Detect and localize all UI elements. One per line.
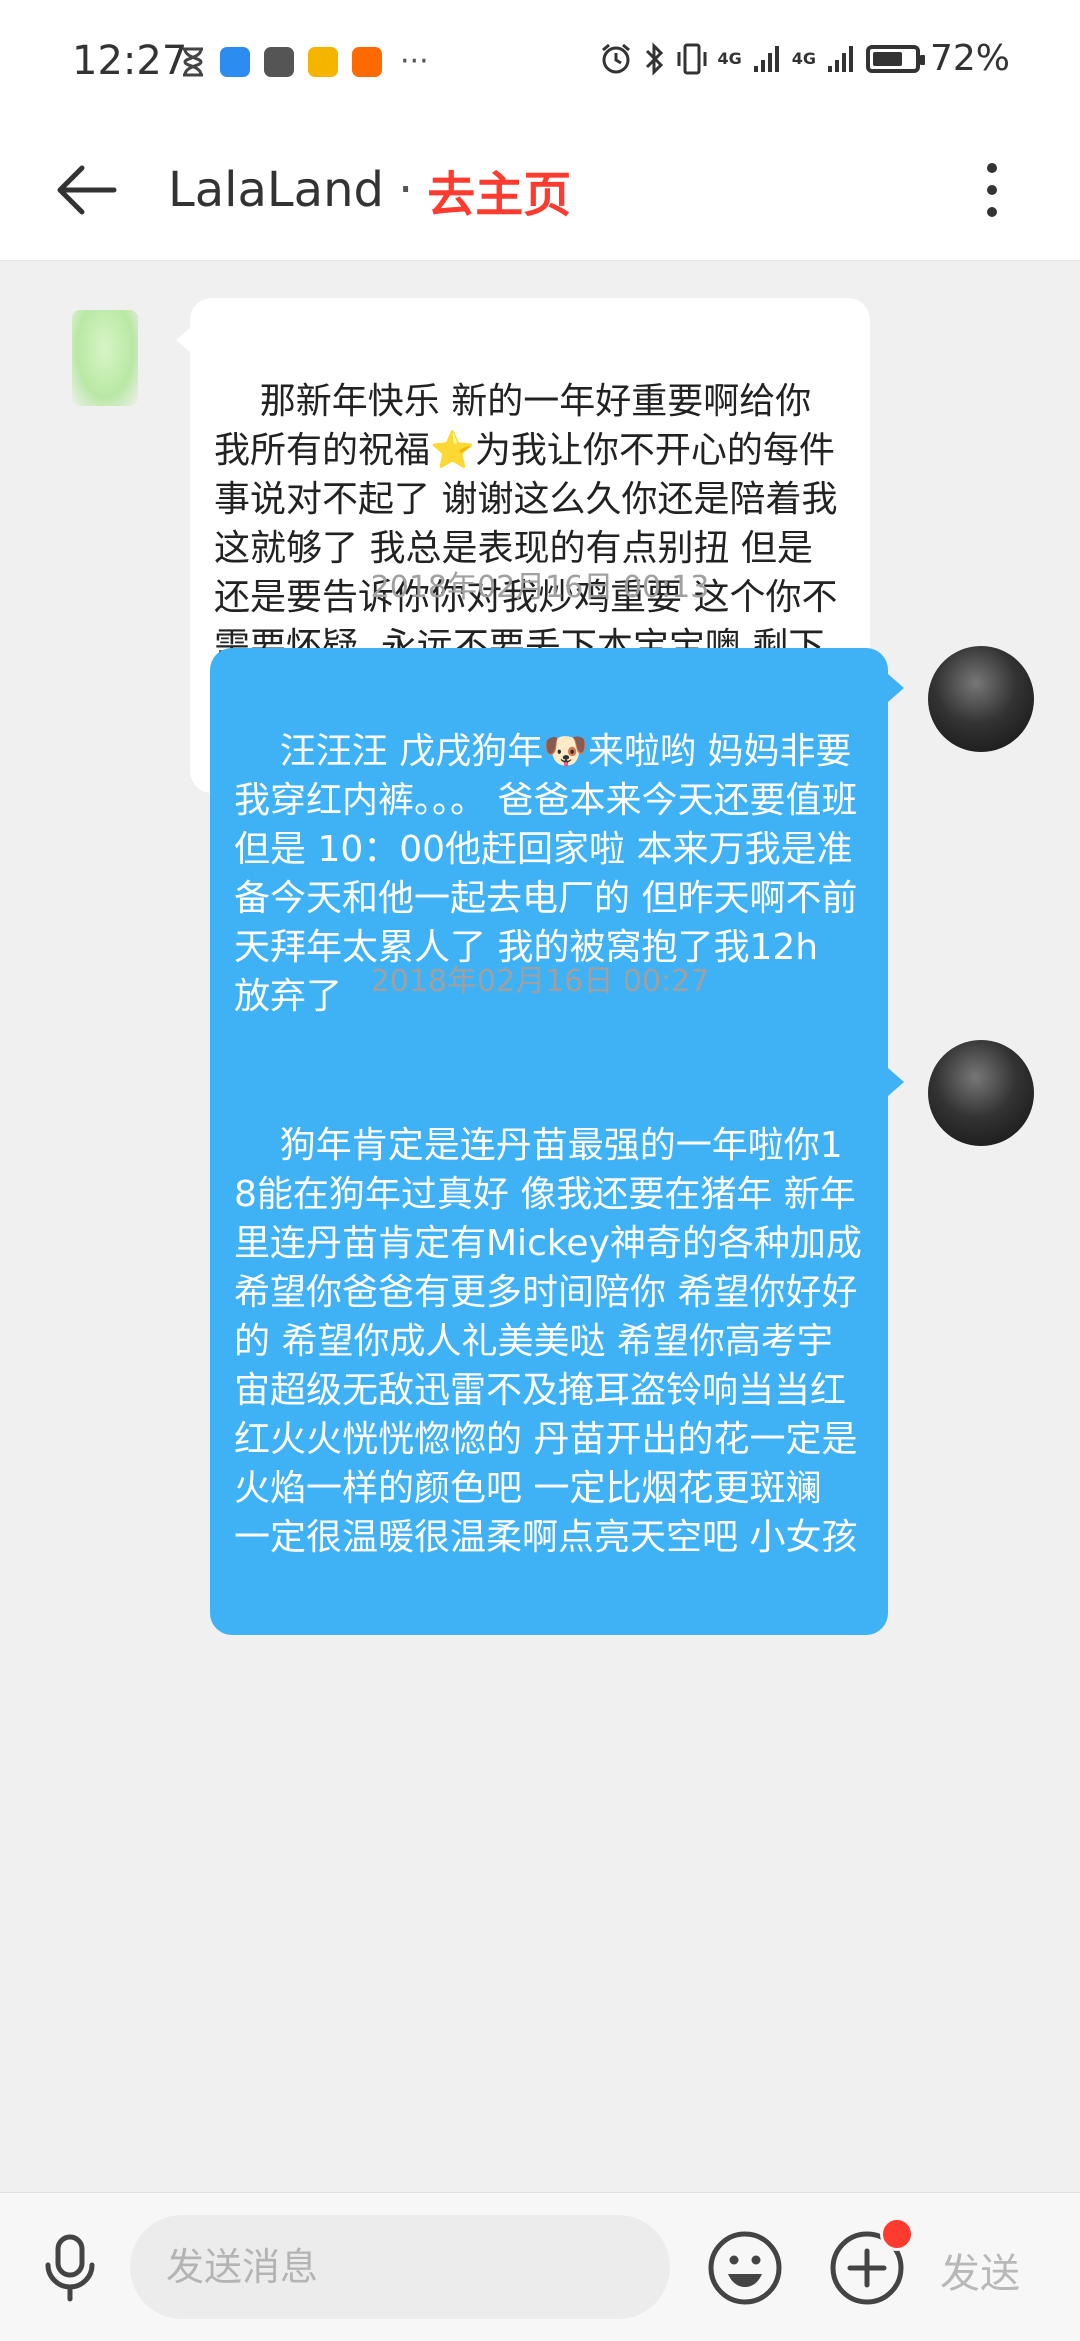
bilibili-icon	[264, 46, 294, 77]
more-options-icon[interactable]	[952, 150, 1032, 230]
vibrate-icon	[677, 43, 707, 74]
battery-percent: 72%	[929, 38, 1010, 79]
bluetooth-icon	[646, 41, 664, 76]
signal-icon	[753, 45, 779, 72]
chat-messages[interactable]: 那新年快乐 新的一年好重要啊给你我所有的祝福⭐为我让你不开心的每件事说对不起了 …	[0, 262, 1080, 2192]
bubble-tail	[888, 1068, 904, 1096]
emoji-icon[interactable]	[706, 2229, 784, 2307]
message-text: 狗年肯定是连丹苗最强的一年啦你18能在狗年过真好 像我还要在猪年 新年里连丹苗肯…	[234, 1125, 874, 1558]
battery-icon	[865, 44, 925, 73]
mail-icon	[308, 46, 338, 77]
network-type-2: 4G	[791, 49, 816, 68]
contact-name: LalaLand	[168, 162, 384, 218]
alarm-icon	[602, 43, 631, 73]
microphone-icon[interactable]	[34, 2231, 106, 2303]
title-separator: ·	[397, 162, 414, 218]
message-timestamp: 2018年02月16日 00:13	[370, 570, 710, 605]
send-button[interactable]: 发送	[940, 2241, 1020, 2299]
bubble-tail	[888, 674, 904, 702]
message-input-bar: 发送	[0, 2192, 1080, 2341]
message-input[interactable]	[130, 2215, 670, 2319]
notification-icons: ···	[180, 44, 429, 79]
chat-header: LalaLand · 去主页	[0, 120, 1080, 261]
homepage-link[interactable]: 去主页	[427, 155, 571, 225]
more-notifications: ···	[400, 44, 429, 79]
network-type-1: 4G	[717, 49, 742, 68]
hourglass-icon	[183, 47, 203, 76]
status-bar: 12:27 ··· 4G 4G 72%	[0, 0, 1080, 120]
message-bubble-outgoing[interactable]: 汪汪汪 戊戌狗年🐶来啦哟 妈妈非要我穿红内裤。。。 爸爸本来今天还要值班 但是 …	[210, 648, 888, 1094]
taobao-icon	[352, 46, 382, 77]
notification-dot	[880, 2217, 914, 2251]
status-time: 12:27	[72, 38, 188, 84]
my-avatar[interactable]	[928, 1040, 1034, 1146]
message-bubble-outgoing[interactable]: 狗年肯定是连丹苗最强的一年啦你18能在狗年过真好 像我还要在猪年 新年里连丹苗肯…	[210, 1042, 888, 1635]
status-right: 4G 4G 72%	[599, 38, 1010, 79]
my-avatar[interactable]	[928, 646, 1034, 752]
header-title: LalaLand · 去主页	[168, 150, 571, 230]
signal-icon-2	[827, 45, 853, 72]
blue-app-icon	[220, 46, 250, 77]
back-arrow-icon[interactable]	[48, 150, 128, 230]
contact-avatar[interactable]	[72, 310, 138, 406]
message-timestamp: 2018年02月16日 00:27	[370, 964, 710, 999]
